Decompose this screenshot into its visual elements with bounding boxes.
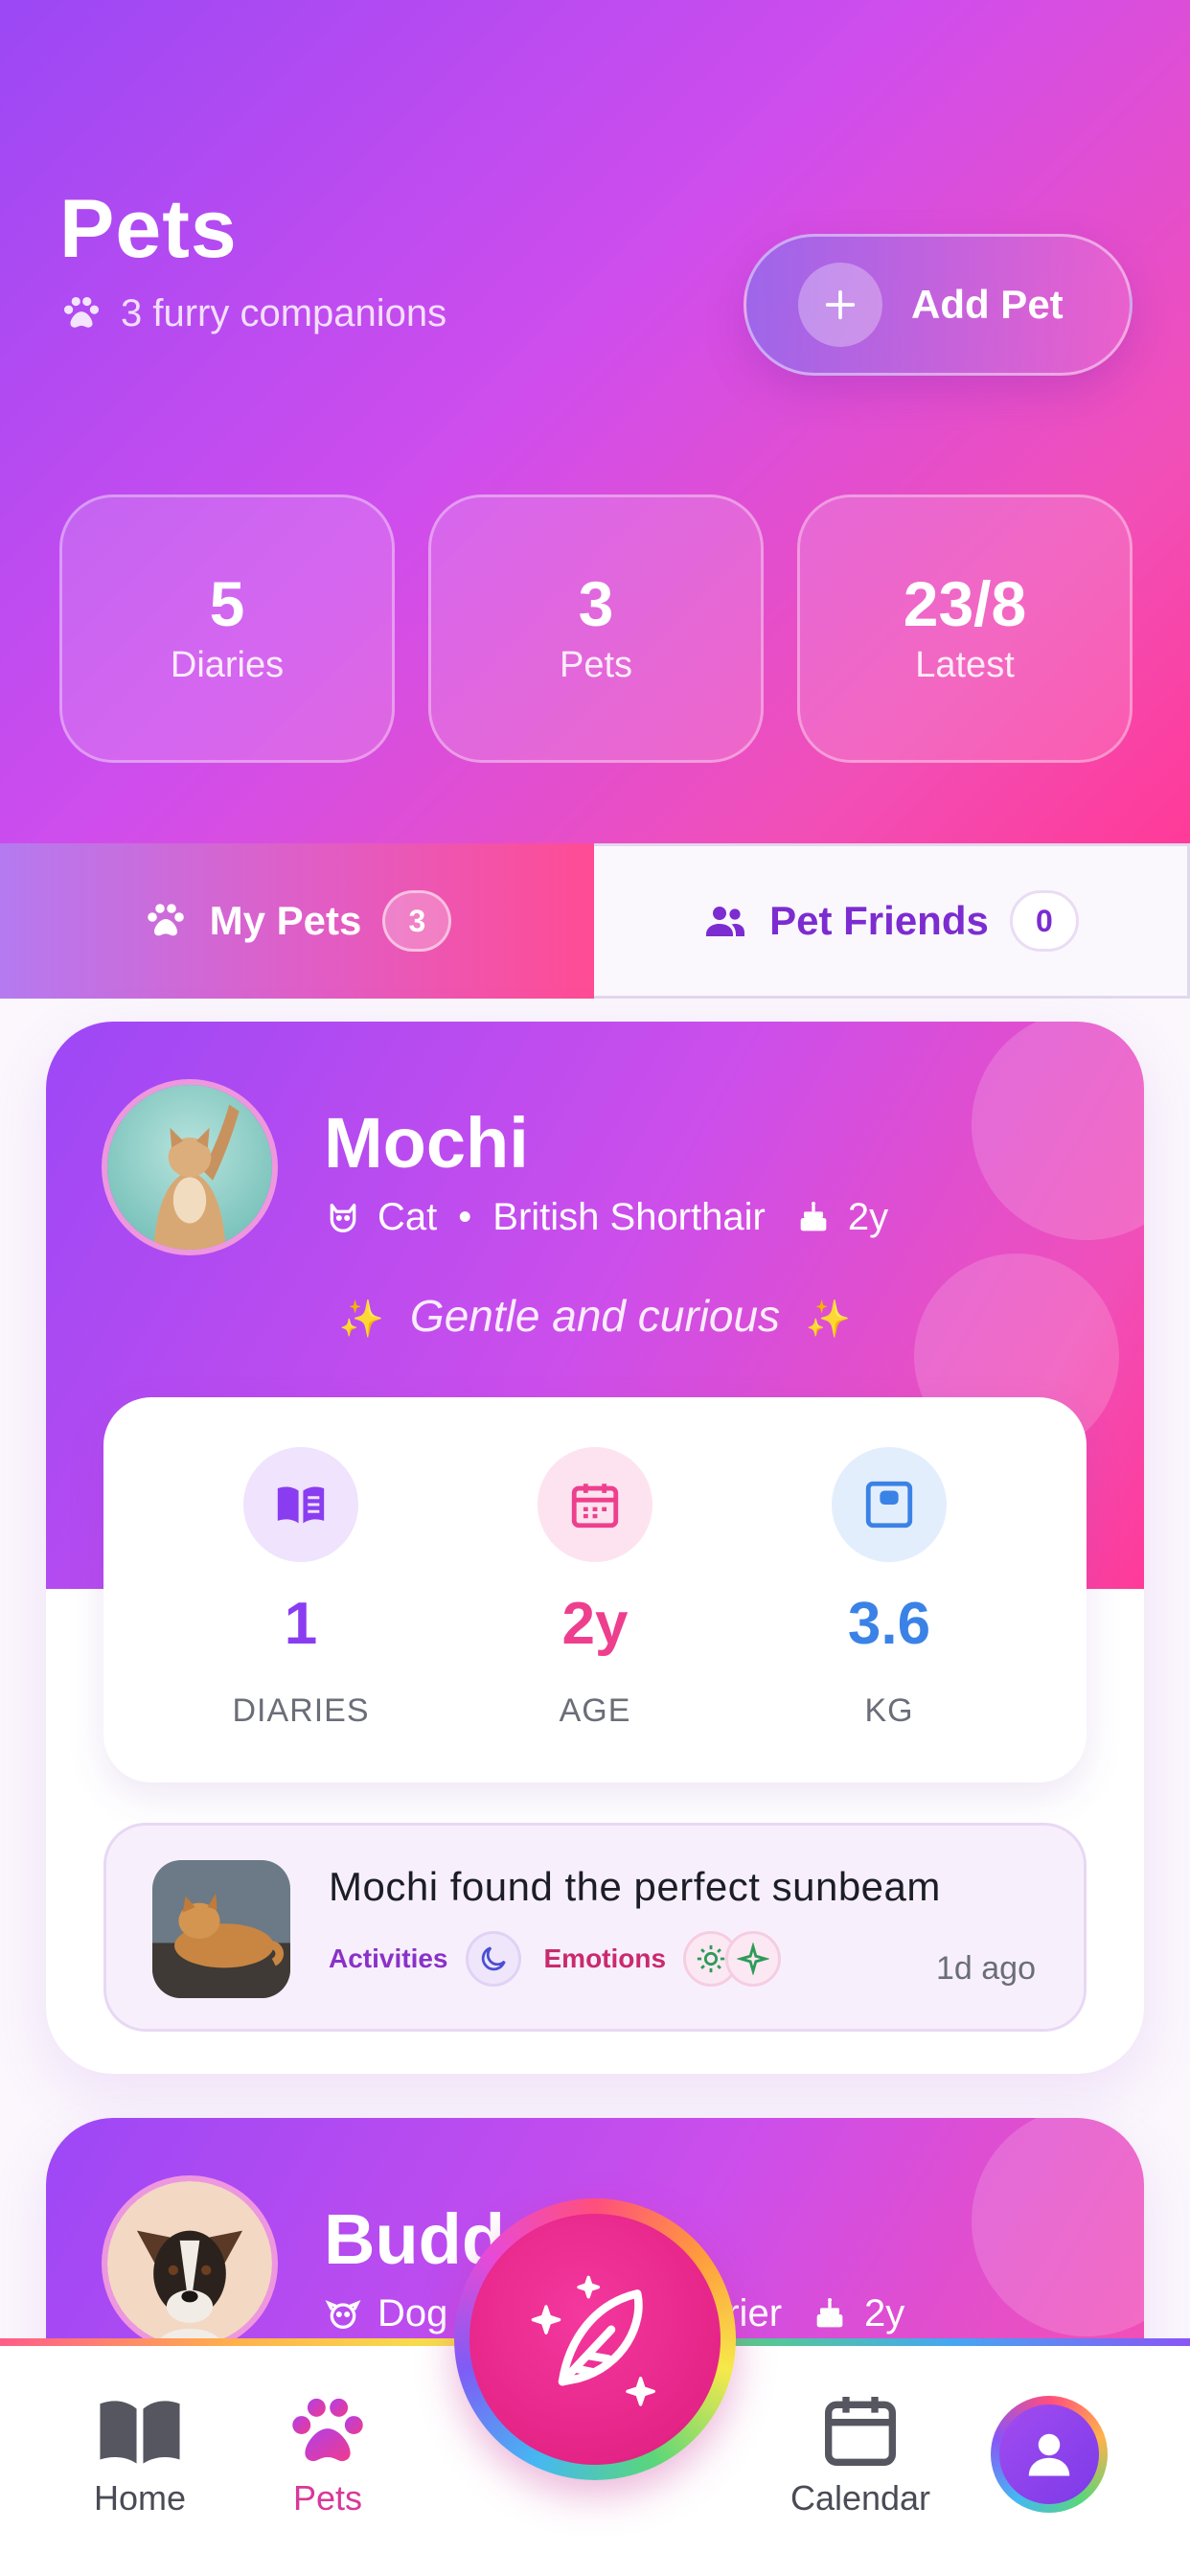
tab-count-badge: 0 bbox=[1009, 890, 1079, 952]
pet-breed: British Shorthair bbox=[492, 1196, 766, 1238]
metric-value: 1 bbox=[284, 1591, 318, 1657]
scale-icon bbox=[832, 1447, 947, 1562]
page-title: Pets bbox=[59, 183, 238, 275]
paw-icon bbox=[63, 296, 100, 328]
stat-value: 3 bbox=[578, 567, 614, 639]
pet-card[interactable]: Mochi Cat • British Shorthair 2y ✨ Gentl… bbox=[46, 1022, 1144, 2074]
moon-icon bbox=[465, 1931, 521, 1987]
diary-tags: Activities Emotions bbox=[329, 1931, 782, 1987]
tag-emotions: Emotions bbox=[543, 1944, 667, 1973]
calendar-icon bbox=[538, 1447, 652, 1562]
add-pet-button[interactable]: Add Pet bbox=[744, 234, 1133, 376]
paw-icon bbox=[147, 904, 184, 936]
tab-label: Pet Friends bbox=[769, 898, 989, 943]
subtitle: 3 furry companions bbox=[59, 291, 446, 335]
feather-sparkle-icon bbox=[531, 2275, 655, 2406]
plus-icon bbox=[798, 263, 882, 347]
profile-avatar-button[interactable] bbox=[991, 2396, 1108, 2513]
calendar-icon bbox=[825, 2397, 896, 2466]
metric-label: AGE bbox=[559, 1692, 631, 1729]
nav-label: Home bbox=[93, 2478, 187, 2518]
metric-value: 3.6 bbox=[847, 1591, 931, 1657]
separator-dot: • bbox=[458, 1196, 472, 1238]
metric-label: KG bbox=[864, 1692, 914, 1729]
stat-pets: 3 Pets bbox=[428, 494, 764, 763]
book-icon bbox=[243, 1447, 358, 1562]
nav-label: Calendar bbox=[790, 2478, 931, 2518]
metric-weight: 3.6 KG bbox=[765, 1447, 1014, 1730]
sparkle-icon: ✨ bbox=[805, 1300, 852, 1340]
pet-avatar bbox=[102, 2175, 278, 2352]
tab-pet-friends[interactable]: Pet Friends 0 bbox=[594, 843, 1190, 999]
nav-label: Pets bbox=[292, 2478, 363, 2518]
user-icon bbox=[1028, 2433, 1070, 2476]
subtitle-text: 3 furry companions bbox=[121, 291, 447, 334]
diary-title: Mochi found the perfect sunbeam bbox=[329, 1864, 941, 1909]
stat-label: Latest bbox=[915, 644, 1015, 685]
pet-avatar bbox=[102, 1079, 278, 1255]
tab-label: My Pets bbox=[209, 898, 362, 943]
create-diary-fab[interactable] bbox=[454, 2198, 736, 2480]
cake-icon bbox=[816, 2297, 843, 2327]
decor-bubble bbox=[972, 1022, 1144, 1240]
tab-count-badge: 3 bbox=[382, 890, 452, 952]
decor-bubble bbox=[972, 2118, 1144, 2336]
emotion-icons bbox=[683, 1931, 782, 1987]
tag-activities: Activities bbox=[329, 1944, 448, 1973]
cat-icon bbox=[330, 1203, 356, 1232]
profile-avatar bbox=[999, 2404, 1099, 2504]
pet-age: 2y bbox=[847, 1196, 889, 1238]
book-open-icon bbox=[100, 2401, 180, 2464]
stat-latest: 23/8 Latest bbox=[797, 494, 1133, 763]
cake-icon bbox=[800, 1201, 827, 1230]
diary-thumbnail bbox=[152, 1860, 290, 1998]
users-icon bbox=[706, 907, 745, 936]
pet-name: Mochi bbox=[324, 1103, 529, 1183]
stat-diaries: 5 Diaries bbox=[59, 494, 395, 763]
stat-label: Pets bbox=[559, 644, 633, 685]
pet-species: Dog bbox=[378, 2292, 448, 2334]
stat-label: Diaries bbox=[170, 644, 285, 685]
personality-text: Gentle and curious bbox=[409, 1291, 781, 1341]
tab-my-pets[interactable]: My Pets 3 bbox=[0, 843, 594, 999]
pet-age: 2y bbox=[864, 2292, 905, 2334]
metric-label: DIARIES bbox=[232, 1692, 370, 1729]
nav-calendar[interactable]: Calendar bbox=[765, 2392, 956, 2518]
dog-icon bbox=[325, 2299, 361, 2329]
metric-diaries: 1 DIARIES bbox=[176, 1447, 425, 1730]
stat-value: 5 bbox=[209, 567, 245, 639]
add-pet-label: Add Pet bbox=[911, 282, 1064, 327]
sparkle-icon: ✨ bbox=[338, 1300, 385, 1340]
latest-diary-entry[interactable]: Mochi found the perfect sunbeam Activiti… bbox=[103, 1823, 1087, 2032]
header: Pets 3 furry companions Add Pet 5 Diarie… bbox=[0, 0, 1190, 843]
pet-personality: ✨ Gentle and curious ✨ bbox=[46, 1290, 1144, 1342]
metric-age: 2y AGE bbox=[470, 1447, 720, 1730]
nav-pets[interactable]: Pets bbox=[232, 2392, 423, 2518]
paw-icon bbox=[292, 2398, 363, 2462]
fab-inner bbox=[469, 2214, 721, 2465]
pet-species: Cat bbox=[378, 1196, 438, 1238]
pet-meta: Cat • British Shorthair 2y bbox=[324, 1196, 888, 1239]
stat-value: 23/8 bbox=[903, 567, 1027, 639]
diary-timestamp: 1d ago bbox=[936, 1950, 1036, 1987]
sparkle-icon bbox=[725, 1931, 782, 1987]
nav-home[interactable]: Home bbox=[44, 2392, 236, 2518]
metric-value: 2y bbox=[561, 1591, 629, 1657]
pet-metrics: 1 DIARIES 2y AGE 3.6 KG bbox=[103, 1397, 1087, 1782]
